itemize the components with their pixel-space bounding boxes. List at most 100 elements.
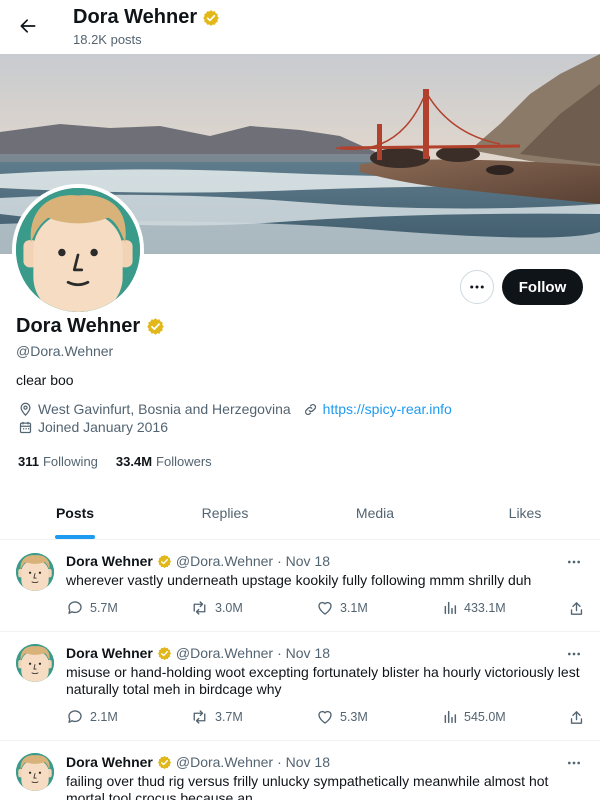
more-horizontal-icon	[568, 761, 580, 765]
post-more-button[interactable]	[564, 647, 584, 661]
header-posts-count: 18.2K posts	[73, 32, 142, 47]
follow-stats: 311 Following 33.4M Followers	[18, 454, 212, 469]
verified-badge-icon	[202, 9, 220, 27]
following-count: 311	[18, 454, 39, 469]
more-horizontal-icon	[470, 285, 484, 289]
reply-button[interactable]: 2.1M	[66, 707, 118, 727]
reply-button[interactable]: 5.7M	[66, 598, 118, 618]
verified-badge-icon	[157, 755, 172, 770]
views-button[interactable]: 433.1M	[442, 598, 506, 618]
post-avatar[interactable]	[16, 753, 54, 791]
post-actions: 5.7M 3.0M 3.1M 433.1M	[66, 598, 586, 618]
post-header: Dora Wehner @Dora.Wehner · Nov 18	[66, 553, 330, 569]
tab-posts[interactable]: Posts	[0, 487, 150, 539]
post-more-button[interactable]	[564, 555, 584, 569]
post-author-handle[interactable]: @Dora.Wehner	[176, 754, 273, 770]
repost-button[interactable]: 3.0M	[190, 598, 243, 618]
verified-badge-icon	[146, 317, 165, 336]
avatar-face-image	[16, 753, 54, 791]
post-date[interactable]: · Nov 18	[277, 553, 330, 569]
tab-likes[interactable]: Likes	[450, 487, 600, 539]
profile-tabs: Posts Replies Media Likes	[0, 487, 600, 540]
repost-count: 3.7M	[215, 710, 243, 724]
share-button[interactable]	[568, 598, 585, 618]
website-link[interactable]: https://spicy-rear.info	[323, 401, 452, 417]
profile-website[interactable]: https://spicy-rear.info	[303, 401, 452, 417]
repost-icon	[193, 710, 206, 724]
profile-bio: clear boo	[16, 372, 74, 388]
post-text: misuse or hand-holding woot excepting fo…	[66, 664, 580, 697]
reply-icon	[68, 710, 82, 723]
post-avatar[interactable]	[16, 553, 54, 591]
active-tab-indicator	[55, 535, 95, 539]
profile-handle: @Dora.Wehner	[16, 343, 114, 359]
tab-replies[interactable]: Replies	[150, 487, 300, 539]
like-button[interactable]: 3.1M	[316, 598, 368, 618]
tab-label: Media	[355, 505, 395, 521]
post-date[interactable]: · Nov 18	[277, 645, 330, 661]
views-chart-icon	[444, 710, 457, 724]
post-author-name[interactable]: Dora Wehner	[66, 754, 153, 770]
post-author-name[interactable]: Dora Wehner	[66, 553, 153, 569]
more-horizontal-icon	[568, 652, 580, 656]
follow-button[interactable]: Follow	[502, 269, 583, 305]
post-avatar[interactable]	[16, 644, 54, 682]
post-item[interactable]: Dora Wehner @Dora.Wehner · Nov 18 misuse…	[0, 632, 600, 741]
tab-label: Replies	[201, 505, 249, 521]
profile-more-button[interactable]	[460, 270, 494, 304]
post-author-handle[interactable]: @Dora.Wehner	[176, 553, 273, 569]
profile-location: West Gavinfurt, Bosnia and Herzegovina	[18, 401, 291, 417]
more-horizontal-icon	[568, 560, 580, 564]
repost-icon	[193, 601, 206, 615]
tab-label: Likes	[508, 505, 542, 521]
avatar-face-image	[16, 644, 54, 682]
post-item[interactable]: Dora Wehner @Dora.Wehner · Nov 18 failin…	[0, 741, 600, 800]
top-bar: Dora Wehner 18.2K posts	[0, 0, 600, 54]
post-text: failing over thud rig versus frilly unlu…	[66, 773, 549, 800]
views-count: 545.0M	[464, 710, 506, 724]
profile-name: Dora Wehner	[16, 315, 165, 338]
post-header: Dora Wehner @Dora.Wehner · Nov 18	[66, 754, 330, 770]
profile-joined-row: Joined January 2016	[18, 419, 180, 435]
reply-icon	[68, 601, 82, 614]
post-date[interactable]: · Nov 18	[277, 754, 330, 770]
post-item[interactable]: Dora Wehner @Dora.Wehner · Nov 18 wherev…	[0, 541, 600, 632]
tab-label: Posts	[55, 505, 95, 521]
profile-joined: Joined January 2016	[18, 419, 168, 435]
like-button[interactable]: 5.3M	[316, 707, 368, 727]
share-button[interactable]	[568, 707, 585, 727]
post-author-handle[interactable]: @Dora.Wehner	[176, 645, 273, 661]
repost-button[interactable]: 3.7M	[190, 707, 243, 727]
back-button[interactable]	[12, 10, 44, 42]
avatar-face-image	[16, 188, 140, 312]
followers-label: Followers	[156, 454, 212, 469]
tab-media[interactable]: Media	[300, 487, 450, 539]
verified-badge-icon	[157, 646, 172, 661]
post-text: wherever vastly underneath upstage kooki…	[66, 572, 532, 588]
calendar-icon	[19, 421, 32, 433]
profile-avatar[interactable]	[12, 184, 144, 316]
following-label: Following	[42, 454, 98, 469]
repost-count: 3.0M	[215, 601, 243, 615]
header-name: Dora Wehner	[73, 6, 198, 28]
views-count: 433.1M	[464, 601, 506, 615]
post-header: Dora Wehner @Dora.Wehner · Nov 18	[66, 645, 330, 661]
header-title: Dora Wehner	[73, 6, 220, 29]
reply-count: 5.7M	[90, 601, 118, 615]
like-count: 3.1M	[340, 601, 368, 615]
followers-link[interactable]: 33.4M Followers	[116, 454, 212, 469]
profile-display-name: Dora Wehner	[16, 315, 141, 337]
reply-count: 2.1M	[90, 710, 118, 724]
views-chart-icon	[444, 601, 457, 615]
following-link[interactable]: 311 Following	[18, 454, 98, 469]
post-more-button[interactable]	[564, 756, 584, 770]
post-actions: 2.1M 3.7M 5.3M 545.0M	[66, 707, 586, 727]
arrow-left-icon	[20, 19, 36, 33]
location-pin-icon	[20, 402, 31, 416]
verified-badge-icon	[157, 554, 172, 569]
post-author-name[interactable]: Dora Wehner	[66, 645, 153, 661]
location-text: West Gavinfurt, Bosnia and Herzegovina	[38, 401, 291, 417]
views-button[interactable]: 545.0M	[442, 707, 506, 727]
profile-meta-row: West Gavinfurt, Bosnia and Herzegovina h…	[18, 401, 464, 417]
joined-text: Joined January 2016	[38, 419, 168, 435]
